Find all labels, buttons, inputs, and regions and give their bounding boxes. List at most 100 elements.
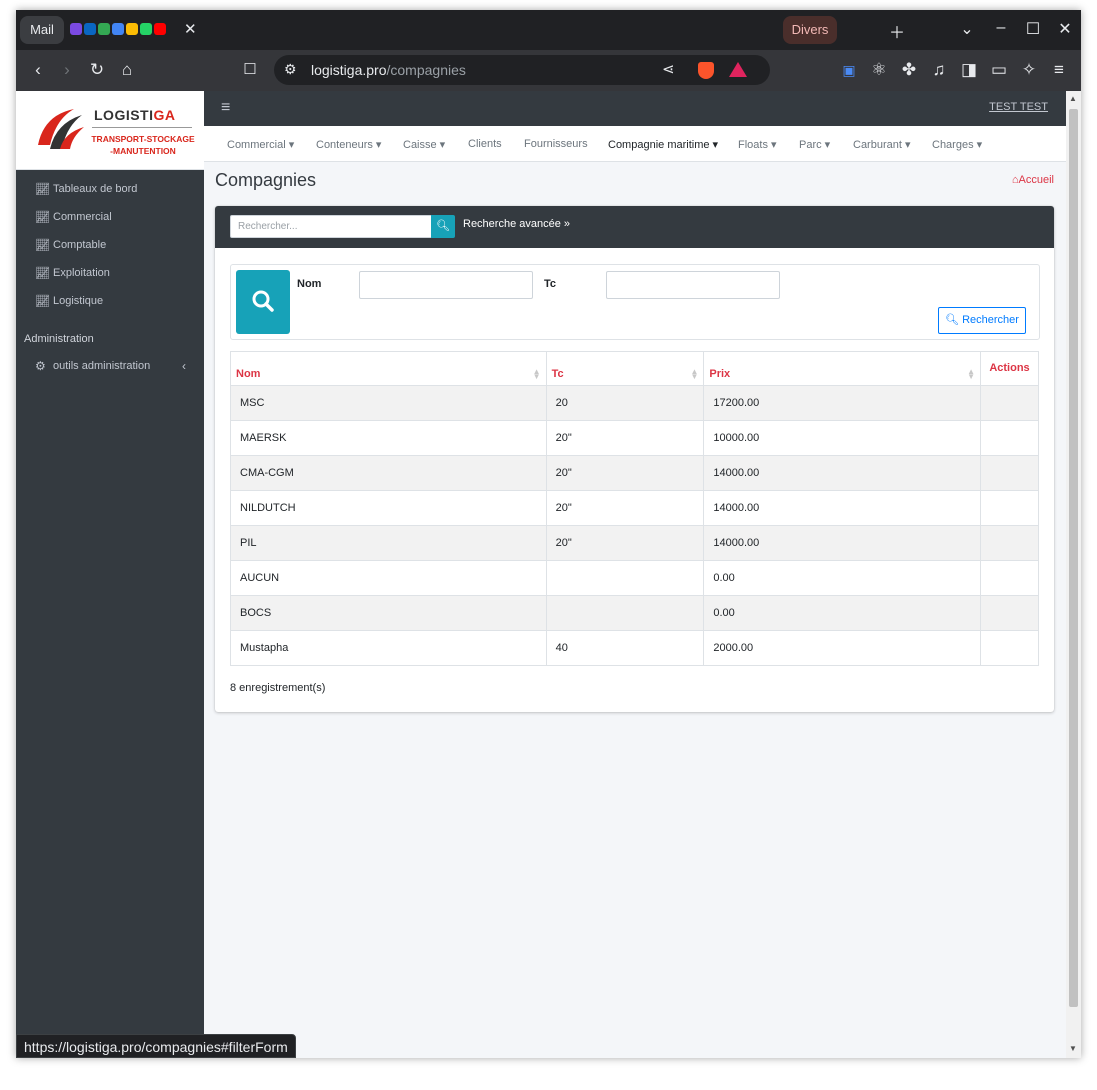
sidebar-item-tableaux-de-bord[interactable]: 📈︎ Tableaux de bord	[16, 179, 204, 207]
user-menu[interactable]: TEST TEST	[989, 101, 1048, 113]
page-scrollbar[interactable]: ▲ ▼	[1066, 91, 1081, 1058]
sidebar: LOGISTIGA TRANSPORT-STOCKAGE -MANUTENTION…	[16, 91, 204, 1058]
breadcrumb[interactable]: ⌂Accueil	[1012, 174, 1054, 186]
menu-conteneurs[interactable]: Conteneurs ▾	[316, 138, 381, 151]
window-close-icon[interactable]: ✕	[1055, 19, 1075, 39]
maximize-icon[interactable]: ☐	[1023, 19, 1043, 39]
tab-group-divers[interactable]: Divers	[783, 16, 837, 44]
table-row[interactable]: PIL 20" 14000.00	[230, 525, 1040, 561]
column-header-actions: Actions	[979, 351, 1040, 386]
cell-actions	[979, 630, 1040, 666]
new-tab-icon[interactable]: ＋	[887, 19, 907, 43]
table-row[interactable]: BOCS 0.00	[230, 595, 1040, 631]
menu-caisse[interactable]: Caisse ▾	[403, 138, 445, 151]
tab-mail[interactable]: Mail	[20, 16, 64, 44]
nom-field[interactable]	[359, 271, 533, 299]
status-bar-url: https://logistiga.pro/compagnies#filterF…	[16, 1034, 296, 1058]
column-header-tc[interactable]: Tc ▲ ▼	[545, 351, 705, 386]
rechercher-button[interactable]: 🔍︎ Rechercher	[938, 307, 1026, 334]
reload-icon[interactable]: ↻	[86, 60, 108, 80]
tab-search-icon[interactable]: ⌄	[957, 19, 977, 39]
chart-line-icon: 📈︎	[35, 210, 51, 224]
table-row[interactable]: CMA-CGM 20" 14000.00	[230, 455, 1040, 491]
extensions-icon[interactable]: ✤	[898, 60, 920, 80]
breadcrumb-home-link[interactable]: Accueil	[1019, 174, 1054, 186]
brave-shields-icon[interactable]	[698, 62, 714, 79]
share-icon[interactable]: ⋖	[662, 60, 675, 78]
table-row[interactable]: AUCUN 0.00	[230, 560, 1040, 596]
translate-extension-icon[interactable]: ▣	[838, 60, 860, 80]
sidebar-item-outils-administration[interactable]: ⚙ outils administration ‹	[16, 356, 204, 384]
forward-icon[interactable]: ›	[56, 60, 78, 80]
cell-prix: 0.00	[703, 560, 981, 596]
menu-charges[interactable]: Charges ▾	[932, 138, 982, 151]
menu-fournisseurs[interactable]: Fournisseurs	[524, 138, 588, 150]
tc-label: Tc	[544, 278, 557, 290]
menu-floats[interactable]: Floats ▾	[738, 138, 777, 151]
media-icon[interactable]: ♫	[928, 60, 950, 80]
table-row[interactable]: Mustapha 40 2000.00	[230, 630, 1040, 666]
sidebar-item-commercial[interactable]: 📈︎ Commercial	[16, 207, 204, 235]
column-header-nom[interactable]: Nom ▲ ▼	[230, 351, 547, 386]
site-info-icon[interactable]: ⚙	[284, 61, 297, 78]
rechercher-label: Rechercher	[962, 314, 1019, 326]
back-icon[interactable]: ‹	[27, 60, 49, 80]
cell-nom: Mustapha	[230, 630, 547, 666]
logistiga-logo-icon	[38, 109, 84, 149]
tab-strip: Mail ✕ Divers ＋ ⌄ – ☐ ✕	[16, 10, 1081, 50]
table-row[interactable]: NILDUTCH 20" 14000.00	[230, 490, 1040, 526]
bookmark-icon[interactable]: ☐	[239, 60, 261, 80]
react-extension-icon[interactable]: ⚛	[868, 60, 890, 80]
home-icon[interactable]: ⌂	[116, 60, 138, 80]
cell-tc	[545, 595, 705, 631]
brand-subtitle: TRANSPORT-STOCKAGE -MANUTENTION	[91, 134, 195, 156]
search-button[interactable]: 🔍︎	[431, 215, 455, 238]
search-icon: 🔍︎	[436, 220, 450, 232]
sidebar-toggle-icon[interactable]: ◨	[958, 60, 980, 80]
scroll-thumb[interactable]	[1069, 109, 1078, 1007]
column-header-prix[interactable]: Prix ▲ ▼	[703, 351, 981, 386]
menu-carburant[interactable]: Carburant ▾	[853, 138, 911, 151]
url-text[interactable]: logistiga.pro/compagnies	[311, 62, 466, 78]
menu-parc[interactable]: Parc ▾	[799, 138, 830, 151]
cell-nom: MAERSK	[230, 420, 547, 456]
table-header-row: Nom ▲ ▼ Tc ▲ ▼ Prix ▲ ▼ Actions	[230, 351, 1040, 386]
cell-actions	[979, 490, 1040, 526]
minimize-icon[interactable]: –	[991, 19, 1011, 37]
chart-line-icon: 📈︎	[35, 238, 51, 252]
wallet-icon[interactable]: ▭	[988, 60, 1010, 80]
advanced-search-link[interactable]: Recherche avancée »	[463, 218, 570, 230]
menu-clients[interactable]: Clients	[468, 138, 502, 150]
scroll-up-icon[interactable]: ▲	[1069, 94, 1077, 103]
card-header: 🔍︎ Recherche avancée »	[215, 206, 1054, 248]
sidebar-item-comptable[interactable]: 📈︎ Comptable	[16, 235, 204, 263]
chart-line-icon: 📈︎	[35, 182, 51, 196]
cell-prix: 17200.00	[703, 385, 981, 421]
table-row[interactable]: MAERSK 20" 10000.00	[230, 420, 1040, 456]
close-tab-icon[interactable]: ✕	[184, 20, 197, 38]
hamburger-menu-icon[interactable]: ≡	[221, 99, 230, 117]
search-icon: 🔍︎	[945, 314, 960, 326]
cell-prix: 10000.00	[703, 420, 981, 456]
cell-nom: MSC	[230, 385, 547, 421]
search-input[interactable]	[230, 215, 432, 238]
pinned-tab-favicons[interactable]	[70, 23, 778, 37]
brave-rewards-icon[interactable]	[729, 62, 747, 77]
cell-prix: 2000.00	[703, 630, 981, 666]
sidebar-item-exploitation[interactable]: 📈︎ Exploitation	[16, 263, 204, 291]
table-row[interactable]: MSC 20 17200.00	[230, 385, 1040, 421]
menu-icon[interactable]: ≡	[1048, 60, 1070, 80]
menu-compagnie-maritime[interactable]: Compagnie maritime ▾	[608, 138, 718, 151]
sidebar-item-label: Tableaux de bord	[53, 183, 138, 195]
brand-divider	[92, 127, 192, 128]
tc-field[interactable]	[606, 271, 780, 299]
menu-commercial[interactable]: Commercial ▾	[227, 138, 294, 151]
sidebar-item-logistique[interactable]: 📈︎ Logistique	[16, 291, 204, 319]
address-bar[interactable]: ⚙ logistiga.pro/compagnies ⋖	[274, 55, 770, 85]
brand-logo[interactable]: LOGISTIGA TRANSPORT-STOCKAGE -MANUTENTION	[16, 91, 204, 170]
leo-ai-icon[interactable]: ✧	[1018, 60, 1040, 80]
cell-actions	[979, 525, 1040, 561]
scroll-down-icon[interactable]: ▼	[1069, 1044, 1077, 1053]
main-content: Compagnies ⌂Accueil 🔍︎ Recherche avancée…	[204, 162, 1066, 1058]
cell-actions	[979, 420, 1040, 456]
